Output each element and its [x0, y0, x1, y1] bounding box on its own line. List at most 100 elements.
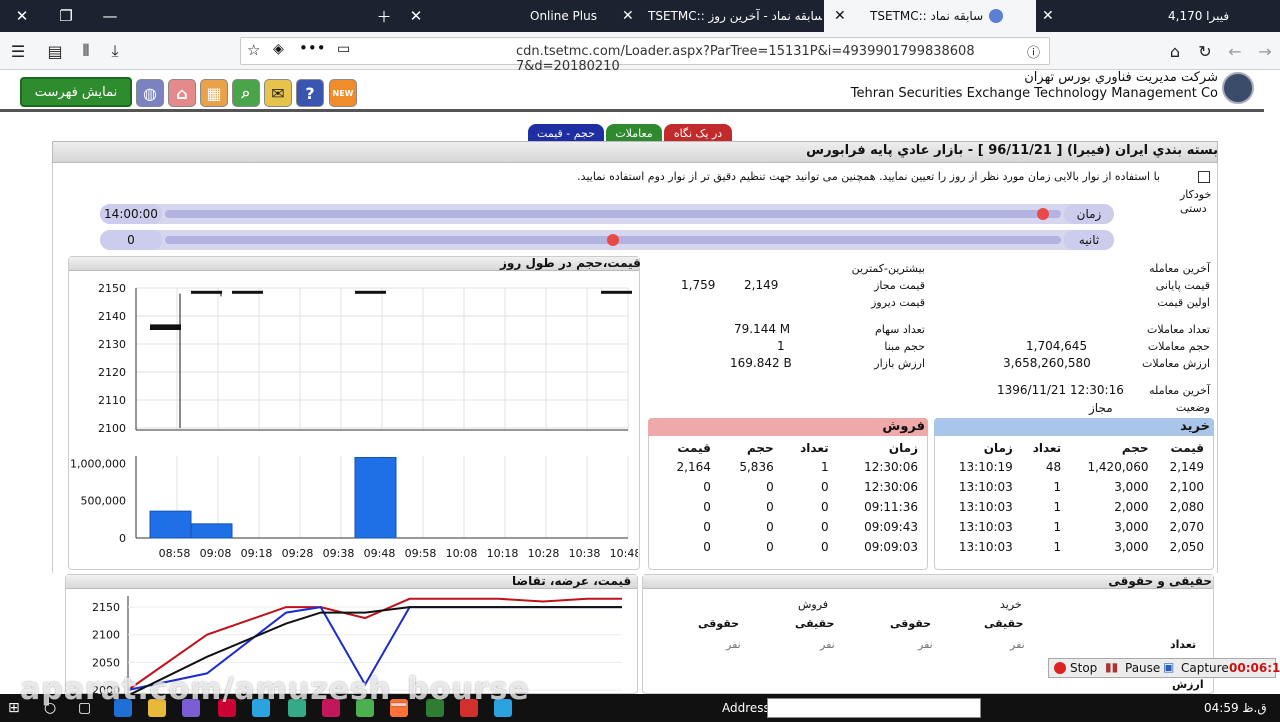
home-icon[interactable]: ⌂	[1164, 40, 1186, 62]
menu-icon[interactable]: ☰	[7, 40, 29, 62]
reload-icon[interactable]: ↻	[1194, 40, 1216, 62]
buy-order-row: 13:10:03 1 3,000 2,050	[940, 537, 1210, 557]
capture-button[interactable]: Capture	[1181, 661, 1229, 675]
y-tick-label: 2110	[98, 394, 126, 407]
market-value-value: 169.842 B	[730, 356, 792, 370]
reader-icon[interactable]: ▭	[337, 41, 350, 57]
buy-order-cell: 13:10:03	[958, 500, 1013, 514]
start-icon[interactable]: ⊞	[8, 700, 20, 716]
help-icon[interactable]: ?	[296, 79, 324, 107]
library-icon[interactable]: ⫴	[75, 40, 97, 62]
second-label: ثانیه	[1064, 230, 1114, 250]
tab-symbol-lastday[interactable]: ✕ TSETMC:: سابقه نماد - آخرین روز	[612, 0, 822, 32]
close-window-icon[interactable]: ✕	[0, 0, 44, 32]
nav-bar: ☰ ▤ ⫴ ⤓ ☆ ◈ ••• ▭ cdn.tsetmc.com/Loader.…	[0, 32, 1280, 74]
buy-order-header-cell: تعداد	[1032, 440, 1062, 455]
tab-online-plus[interactable]: Online Plus	[460, 0, 610, 32]
sell-legal-label: حقوقی	[698, 617, 740, 630]
address-input[interactable]	[767, 698, 981, 718]
candle-body	[601, 290, 632, 294]
x-tick-label: 10:28	[528, 547, 560, 560]
x-tick-label: 09:28	[282, 547, 314, 560]
recorder-bar: Stop ▮▮ Pause ▣ Capture 00:06:14	[1048, 658, 1280, 678]
sell-order-cell: 0	[820, 540, 829, 554]
close-tab-icon[interactable]: ✕	[394, 0, 438, 32]
last-trade-time-value: 1396/11/21 12:30:16	[997, 383, 1124, 397]
time-slider[interactable]	[100, 204, 1114, 224]
tab-label: Online Plus	[530, 9, 597, 23]
second-value: 0	[100, 230, 162, 250]
site-icon	[989, 9, 1004, 23]
base-volume-value: 1	[777, 339, 785, 353]
candle-body	[191, 290, 222, 294]
tab-trades[interactable]: معاملات	[606, 124, 662, 142]
y-tick-label: 2100	[92, 629, 120, 642]
globe-icon[interactable]: ◍	[136, 79, 164, 107]
volume-bar	[190, 523, 233, 539]
value-label: ارزش	[1172, 678, 1204, 691]
legal-sell-label: فروش	[798, 598, 829, 611]
tab-volume-price[interactable]: حجم - قیمت	[528, 124, 604, 142]
search-icon[interactable]: ⌕	[232, 79, 260, 107]
x-tick-label: 09:58	[405, 547, 437, 560]
sell-order-cell: 1	[820, 460, 829, 474]
show-list-button[interactable]: نمایش فهرست	[20, 77, 132, 107]
stop-button[interactable]: Stop	[1070, 661, 1097, 675]
candle-body	[150, 324, 181, 330]
buy-order-cell: 2,149	[1169, 460, 1204, 474]
buy-order-cell: 48	[1045, 460, 1062, 474]
buy-order-cell: 3,000	[1114, 540, 1149, 554]
table-icon[interactable]: ▦	[200, 79, 228, 107]
info-icon[interactable]: ⓘ	[1027, 42, 1040, 61]
close-tab-icon[interactable]: ✕	[1042, 8, 1054, 24]
count-label: تعداد	[1170, 638, 1197, 651]
buy-real-unit: نفر	[1010, 638, 1025, 651]
sell-order-header-cell: حجم	[747, 440, 774, 455]
forward-icon[interactable]: →	[1254, 40, 1276, 62]
close-tab-icon[interactable]: ✕	[622, 8, 634, 24]
more-icon[interactable]: •••	[299, 39, 326, 57]
sell-order-row: 0 0 0 09:11:36	[654, 497, 924, 517]
new-icon[interactable]: NEW	[329, 79, 357, 107]
back-icon[interactable]: ←	[1224, 40, 1246, 62]
status-label: وضعیت	[1175, 401, 1210, 414]
buy-order-header-cell: حجم	[1121, 440, 1149, 455]
restore-window-icon[interactable]: ❐	[44, 0, 88, 32]
pause-icon[interactable]: ▮▮	[1105, 660, 1118, 674]
second-slider[interactable]	[100, 230, 1114, 250]
tab-symbol-history[interactable]: ✕ TSETMC:: سابقه نماد	[824, 0, 1036, 32]
capture-icon[interactable]: ▣	[1163, 660, 1174, 674]
close-tab-icon[interactable]: ✕	[834, 8, 846, 24]
time-slider-track[interactable]	[165, 210, 1061, 218]
time-slider-knob[interactable]	[1037, 208, 1050, 220]
minimize-window-icon[interactable]: —	[88, 0, 132, 32]
buy-order-header-cell: زمان	[983, 440, 1013, 455]
auto-checkbox[interactable]	[1198, 171, 1210, 183]
pause-button[interactable]: Pause	[1125, 661, 1160, 675]
yesterday-price-label: قیمت دیروز	[871, 296, 925, 309]
second-slider-knob[interactable]	[607, 234, 619, 246]
tab-label: TSETMC:: سابقه نماد	[870, 9, 984, 23]
buy-order-header-cell: قیمت	[1170, 440, 1204, 455]
buy-order-cell: 1	[1053, 520, 1062, 534]
buy-order-row: 13:10:03 1 3,000 2,100	[940, 477, 1210, 497]
address-bar[interactable]: ☆ ◈ ••• ▭ cdn.tsetmc.com/Loader.aspx?Par…	[240, 37, 1050, 74]
sell-order-cell: 2,164	[676, 460, 711, 474]
volume-bar	[354, 456, 397, 539]
candle-body	[232, 290, 263, 294]
star-icon[interactable]: ☆	[247, 41, 260, 59]
pocket-icon[interactable]: ◈	[273, 41, 284, 57]
buy-orders-table: زمان تعداد حجم قیمت 13:10:19 48 1,420,060 2,149…	[940, 438, 1210, 557]
chat-icon[interactable]: ✉	[264, 79, 292, 107]
first-price-label: اولین قیمت	[1157, 296, 1210, 309]
tab-fibra[interactable]: ✕ فیبرا 4,170	[1038, 0, 1248, 32]
stop-icon[interactable]	[1054, 662, 1066, 674]
home-site-icon[interactable]: ⌂	[168, 79, 196, 107]
download-icon[interactable]: ⤓	[104, 40, 126, 62]
sidebar-icon[interactable]: ▤	[44, 40, 66, 62]
x-tick-label: 10:48	[610, 547, 638, 560]
panel-title: بسته بندي ايران (فيبرا) [ 96/11/21 ] - ب…	[806, 143, 1218, 158]
y-tick-label: 0	[119, 532, 126, 545]
tab-at-a-glance[interactable]: در یک نگاه	[664, 124, 732, 142]
sell-order-cell: 0	[766, 500, 774, 514]
